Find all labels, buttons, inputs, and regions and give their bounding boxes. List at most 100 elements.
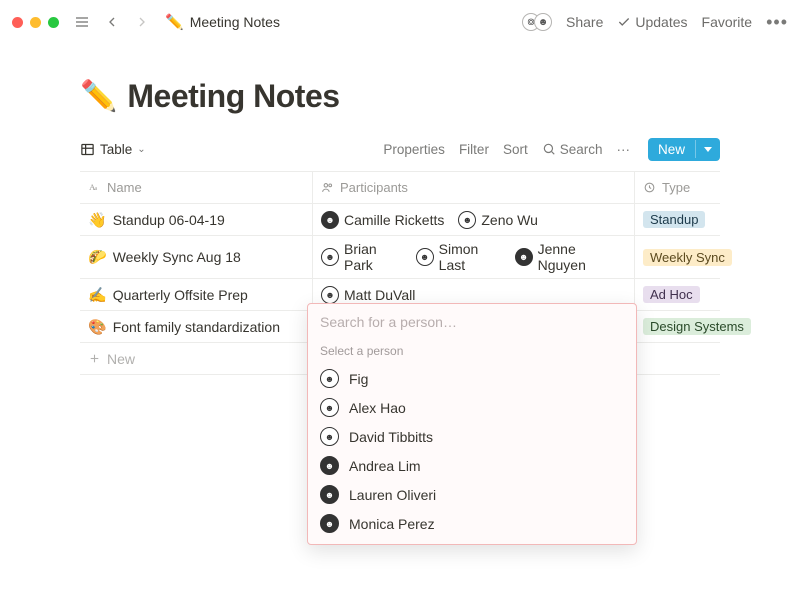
cell-participants[interactable]: ☻ Camille Ricketts ☻ Zeno Wu	[313, 204, 635, 235]
breadcrumb-icon: ✏️	[165, 13, 184, 31]
type-tag: Weekly Sync	[643, 249, 732, 266]
person-picker-popover: Search for a person… Select a person ☻ Fi…	[307, 303, 637, 545]
cell-type[interactable]: Ad Hoc	[635, 279, 720, 310]
view-label: Table	[100, 142, 132, 157]
avatar: ☻	[534, 13, 552, 31]
person-option-name: David Tibbitts	[349, 429, 433, 445]
nav-back-icon[interactable]	[101, 11, 123, 33]
type-tag: Ad Hoc	[643, 286, 700, 303]
breadcrumb[interactable]: ✏️ Meeting Notes	[165, 13, 280, 31]
avatar: ☻	[515, 248, 533, 266]
participant: ☻ Brian Park	[321, 241, 402, 273]
database-toolbar: Table ⌄ Properties Filter Sort Search ··…	[80, 131, 720, 167]
row-title: Standup 06-04-19	[113, 212, 225, 228]
row-icon: 🌮	[88, 248, 107, 266]
filter-button[interactable]: Filter	[459, 142, 489, 157]
participant-name: Jenne Nguyen	[538, 241, 618, 273]
avatar: ☻	[416, 248, 434, 266]
person-search-input[interactable]: Search for a person…	[308, 304, 636, 340]
person-option[interactable]: ☻ David Tibbitts	[308, 422, 636, 451]
avatar: ☻	[320, 485, 339, 504]
cell-type[interactable]: Standup	[635, 204, 720, 235]
participant: ☻ Matt DuVall	[321, 286, 415, 304]
chevron-down-icon: ⌄	[137, 144, 145, 155]
cell-name[interactable]: 🌮 Weekly Sync Aug 18	[80, 236, 313, 278]
more-menu-icon[interactable]: •••	[766, 12, 788, 33]
sort-button[interactable]: Sort	[503, 142, 528, 157]
person-option-name: Alex Hao	[349, 400, 406, 416]
person-option[interactable]: ☻ Lauren Oliveri	[308, 480, 636, 509]
column-header-name[interactable]: Aa Name	[80, 172, 313, 203]
search-button[interactable]: Search	[542, 142, 603, 157]
person-option[interactable]: ☻ Andrea Lim	[308, 451, 636, 480]
window-close-icon[interactable]	[12, 17, 23, 28]
window-topbar: ✏️ Meeting Notes ៙ ☻ Share Updates Favor…	[0, 0, 800, 44]
new-button-dropdown[interactable]	[695, 140, 720, 158]
table-row[interactable]: 👋 Standup 06-04-19 ☻ Camille Ricketts ☻ Zeno …	[80, 204, 720, 236]
row-title: Weekly Sync Aug 18	[113, 249, 241, 265]
person-option[interactable]: ☻ Alex Hao	[308, 393, 636, 422]
page-icon[interactable]: ✏️	[80, 79, 117, 114]
avatar: ☻	[320, 398, 339, 417]
view-switcher[interactable]: Table ⌄	[80, 142, 146, 157]
row-icon: 🎨	[88, 318, 107, 336]
cell-type[interactable]: Design Systems	[635, 311, 759, 342]
column-header-type[interactable]: Type	[635, 172, 720, 203]
avatar: ☻	[458, 211, 476, 229]
cell-name[interactable]: 👋 Standup 06-04-19	[80, 204, 313, 235]
favorite-button[interactable]: Favorite	[702, 14, 753, 30]
participant-name: Camille Ricketts	[344, 212, 444, 228]
person-option[interactable]: ☻ Monica Perez	[308, 509, 636, 538]
participant: ☻ Simon Last	[416, 241, 501, 273]
participant-name: Zeno Wu	[481, 212, 538, 228]
participant: ☻ Jenne Nguyen	[515, 241, 618, 273]
type-tag: Standup	[643, 211, 705, 228]
page-title-row: ✏️ Meeting Notes	[80, 78, 720, 115]
participant-name: Brian Park	[344, 241, 402, 273]
cell-participants[interactable]: ☻ Brian Park ☻ Simon Last ☻ Jenne Nguyen	[313, 236, 635, 278]
sidebar-toggle-icon[interactable]	[71, 11, 93, 33]
new-button[interactable]: New	[648, 138, 720, 161]
person-option-name: Fig	[349, 371, 368, 387]
participant: ☻ Zeno Wu	[458, 211, 538, 229]
avatar: ☻	[320, 427, 339, 446]
row-title: Font family standardization	[113, 319, 280, 335]
properties-button[interactable]: Properties	[383, 142, 445, 157]
cell-name[interactable]: 🎨 Font family standardization	[80, 311, 313, 342]
avatar: ☻	[320, 456, 339, 475]
person-option[interactable]: ☻ Fig	[308, 364, 636, 393]
table-row[interactable]: 🌮 Weekly Sync Aug 18 ☻ Brian Park ☻ Simon Las…	[80, 236, 720, 279]
column-header-participants[interactable]: Participants	[313, 172, 635, 203]
avatar: ☻	[320, 514, 339, 533]
participant-name: Simon Last	[439, 241, 501, 273]
person-picker-section-label: Select a person	[308, 340, 636, 364]
participant-name: Matt DuVall	[344, 287, 415, 303]
share-button[interactable]: Share	[566, 14, 603, 30]
row-icon: 👋	[88, 211, 107, 229]
nav-forward-icon[interactable]	[131, 11, 153, 33]
page-title[interactable]: Meeting Notes	[127, 78, 339, 115]
avatar: ☻	[321, 211, 339, 229]
person-option-name: Monica Perez	[349, 516, 435, 532]
presence-avatars[interactable]: ៙ ☻	[522, 13, 552, 31]
svg-text:a: a	[95, 186, 98, 192]
window-zoom-icon[interactable]	[48, 17, 59, 28]
window-controls	[12, 17, 59, 28]
person-option-name: Lauren Oliveri	[349, 487, 436, 503]
updates-button[interactable]: Updates	[617, 14, 687, 30]
row-icon: ✍️	[88, 286, 107, 304]
avatar: ☻	[320, 369, 339, 388]
participant: ☻ Camille Ricketts	[321, 211, 444, 229]
new-row-label: New	[107, 351, 135, 367]
avatar: ☻	[321, 248, 339, 266]
cell-type[interactable]: Weekly Sync	[635, 236, 740, 278]
row-title: Quarterly Offsite Prep	[113, 287, 248, 303]
person-option-name: Andrea Lim	[349, 458, 421, 474]
window-minimize-icon[interactable]	[30, 17, 41, 28]
cell-name[interactable]: ✍️ Quarterly Offsite Prep	[80, 279, 313, 310]
avatar: ☻	[321, 286, 339, 304]
type-tag: Design Systems	[643, 318, 751, 335]
breadcrumb-label: Meeting Notes	[190, 14, 280, 30]
table-header: Aa Name Participants Type	[80, 172, 720, 204]
db-more-icon[interactable]: ···	[616, 142, 630, 157]
